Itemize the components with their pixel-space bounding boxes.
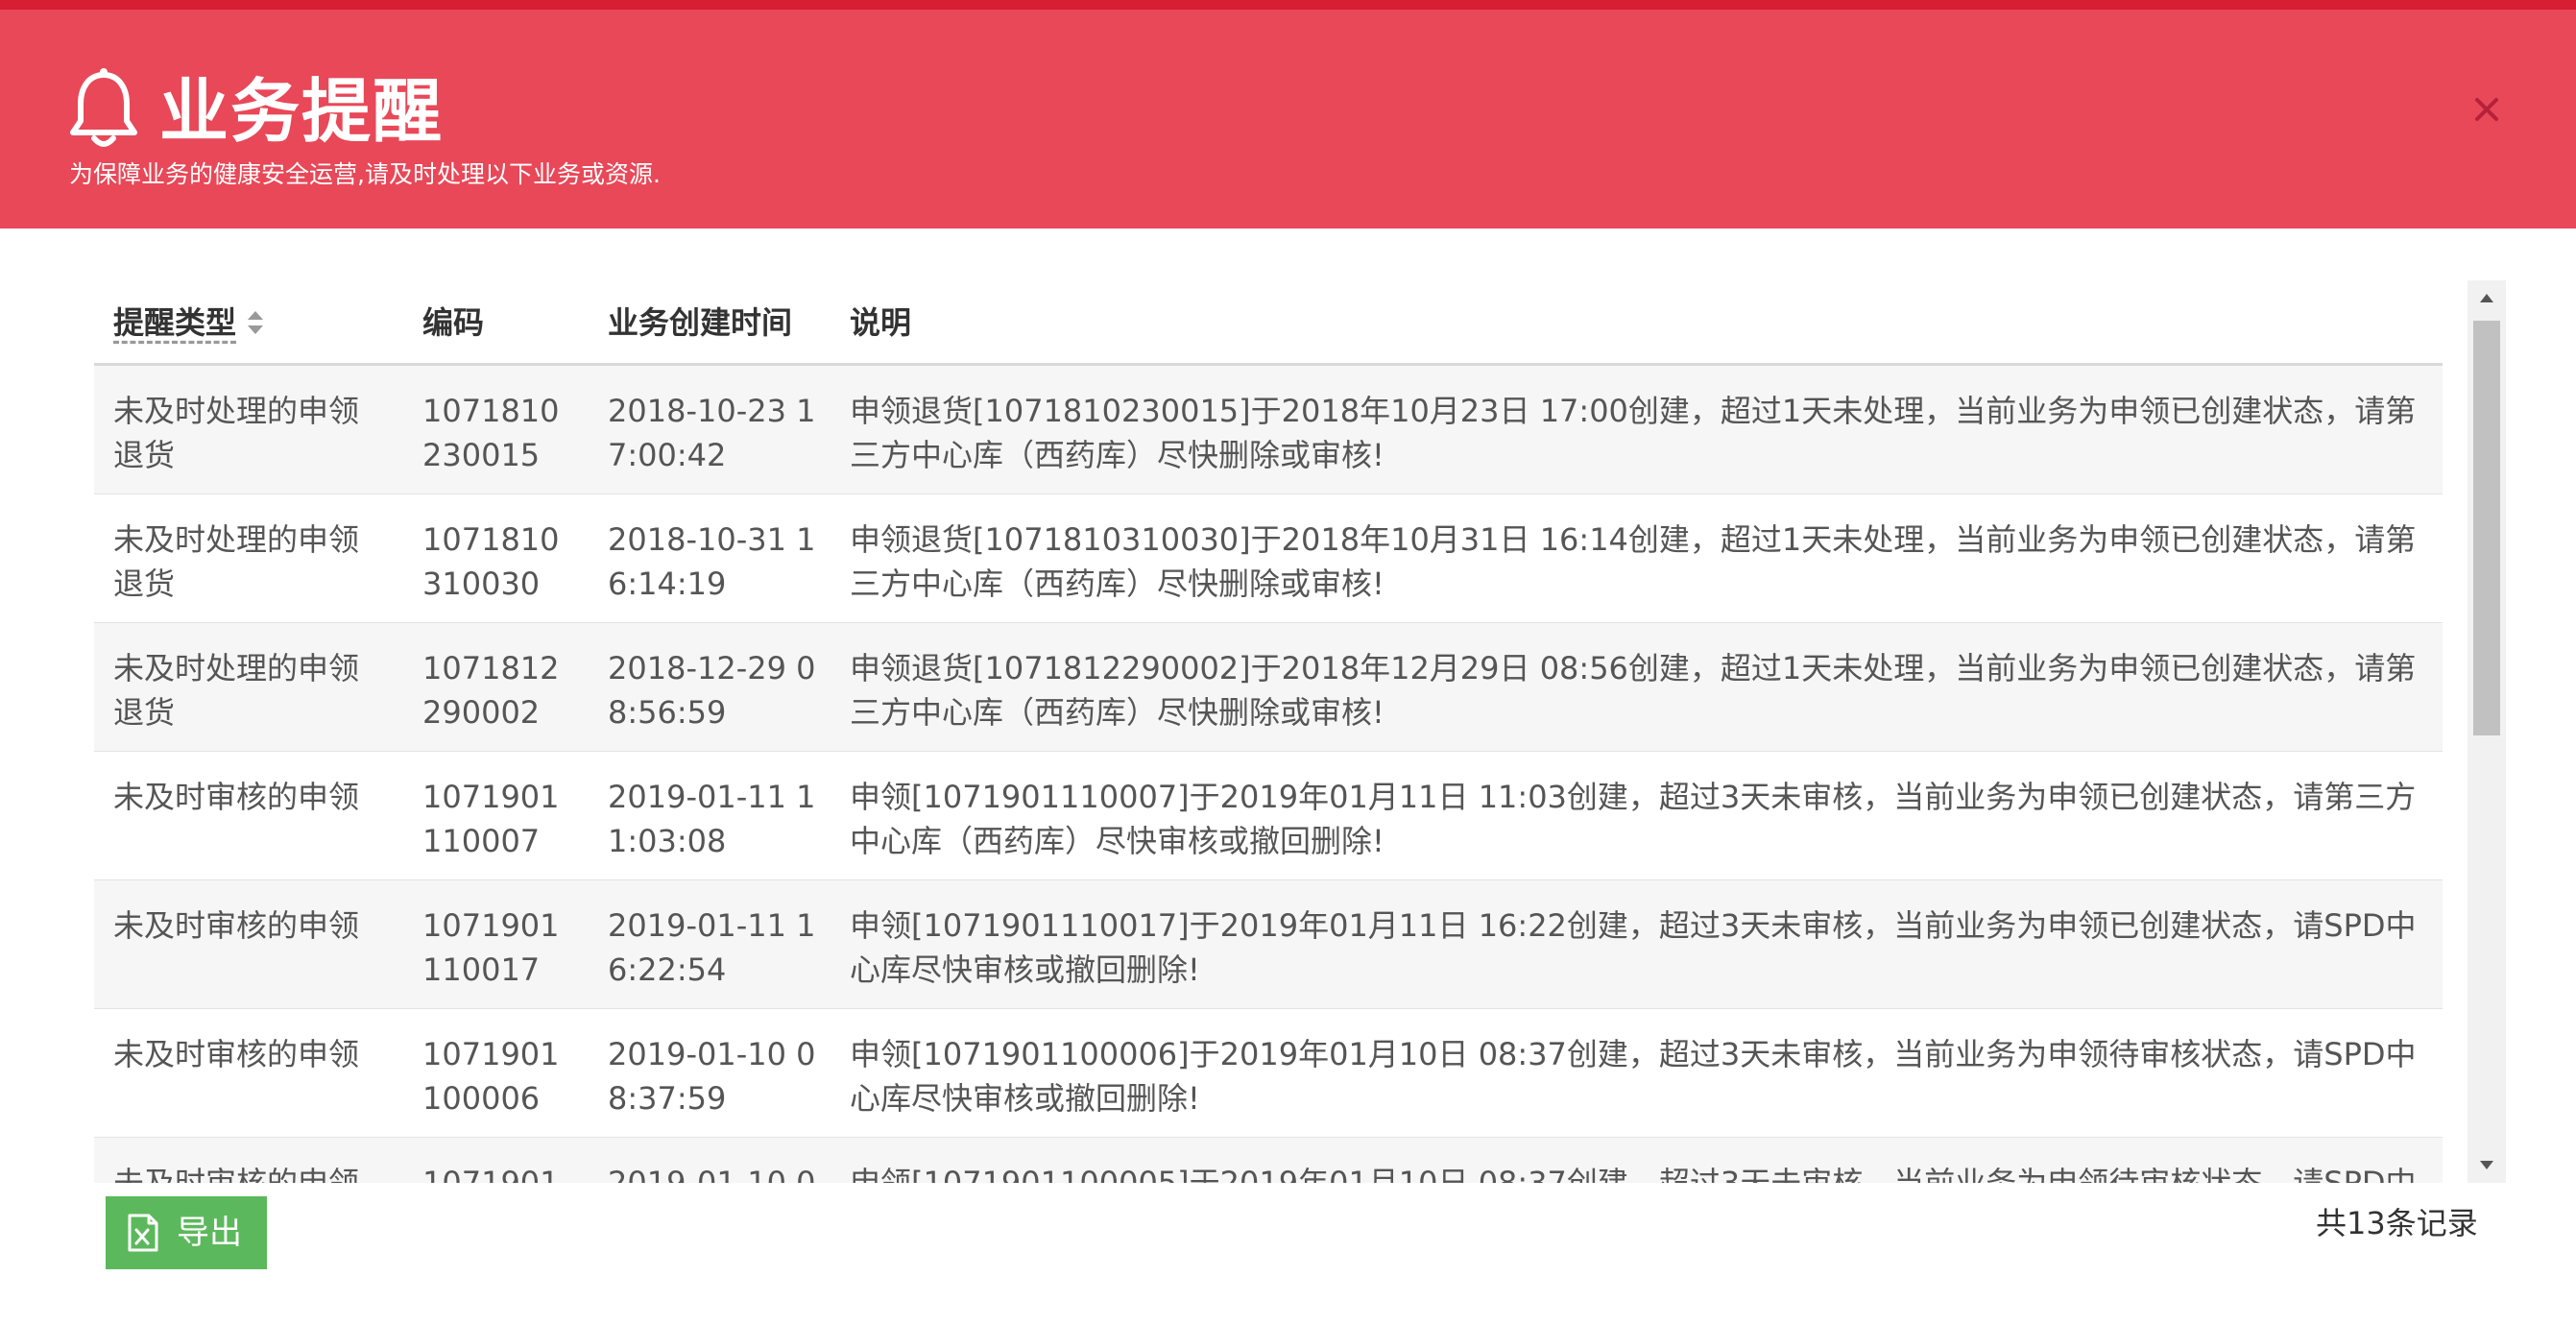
cell-type: 未及时处理的申领退货	[113, 393, 360, 473]
record-count: 共13条记录	[2316, 1205, 2478, 1241]
scroll-up-icon[interactable]	[2468, 280, 2506, 319]
export-button-label: 导出	[177, 1214, 242, 1252]
cell-code: 1071810310030	[422, 521, 560, 602]
cell-type: 未及时处理的申领退货	[113, 650, 360, 731]
cell-created: 2018-10-31 16:14:19	[608, 521, 816, 602]
bell-icon	[70, 68, 137, 147]
cell-desc: 申领[1071901110017]于2019年01月11日 16:22创建，超过…	[850, 907, 2417, 988]
cell-code: 1071901100006	[422, 1036, 560, 1117]
table-row[interactable]: 未及时审核的申领 1071901100006 2019-01-10 08:37:…	[94, 1009, 2443, 1139]
page-subtitle: 为保障业务的健康安全运营,请及时处理以下业务或资源.	[69, 160, 661, 188]
cell-created: 2018-10-23 17:00:42	[608, 393, 816, 473]
cell-type: 未及时处理的申领退货	[113, 521, 360, 602]
table-row[interactable]: 未及时审核的申领 1071901110007 2019-01-11 11:03:…	[94, 752, 2443, 881]
cell-type: 未及时审核的申领	[113, 1036, 360, 1072]
cell-created: 2019-01-10 08:	[608, 1165, 816, 1183]
column-header-desc: 说明	[850, 304, 912, 341]
cell-type: 未及时审核的申领	[113, 779, 360, 815]
cell-type: 未及时审核的申领	[113, 907, 360, 944]
column-header-created: 业务创建时间	[608, 304, 793, 341]
cell-created: 2019-01-11 16:22:54	[608, 907, 816, 988]
cell-desc: 申领退货[1071812290002]于2018年12月29日 08:56创建，…	[850, 650, 2417, 731]
scroll-thumb[interactable]	[2473, 321, 2500, 735]
close-icon[interactable]	[2468, 90, 2506, 129]
cell-created: 2019-01-11 11:03:08	[608, 779, 816, 859]
cell-code: 1071901110007	[422, 779, 560, 859]
table-row[interactable]: 未及时处理的申领退货 1071812290002 2018-12-29 08:5…	[94, 623, 2443, 753]
cell-code: 1071901110017	[422, 907, 560, 988]
cell-desc: 申领退货[1071810310030]于2018年10月31日 16:14创建，…	[850, 521, 2417, 602]
cell-created: 2018-12-29 08:56:59	[608, 650, 816, 731]
cell-type: 未及时审核的申领	[113, 1165, 360, 1183]
table-scrollbar[interactable]	[2468, 280, 2506, 1183]
reminder-table: 提醒类型 编码 业务创建时间 说明 未及时处理的申领退货 10718102300…	[94, 278, 2443, 1183]
cell-desc: 申领[1071901110007]于2019年01月11日 11:03创建，超过…	[850, 779, 2417, 859]
cell-desc: 申领退货[1071810230015]于2018年10月23日 17:00创建，…	[850, 393, 2417, 473]
cell-code: 1071901100005	[422, 1165, 560, 1183]
table-row[interactable]: 未及时处理的申领退货 1071810310030 2018-10-31 16:1…	[94, 494, 2443, 624]
cell-created: 2019-01-10 08:37:59	[608, 1036, 816, 1117]
table-header: 提醒类型 编码 业务创建时间 说明	[94, 278, 2443, 366]
table-row[interactable]: 未及时审核的申领 1071901100005 2019-01-10 08: 申领…	[94, 1138, 2443, 1183]
cell-desc: 申领[1071901100005]于2019年01月10日 08:37创建，超过…	[850, 1165, 2417, 1183]
column-header-type[interactable]: 提醒类型	[113, 301, 236, 344]
top-accent-bar	[0, 0, 2576, 10]
cell-desc: 申领[1071901100006]于2019年01月10日 08:37创建，超过…	[850, 1036, 2417, 1117]
export-button[interactable]: 导出	[106, 1196, 267, 1269]
excel-icon	[128, 1214, 158, 1252]
sort-icon[interactable]	[246, 307, 265, 338]
column-header-code: 编码	[422, 304, 485, 341]
table-row[interactable]: 未及时处理的申领退货 1071810230015 2018-10-23 17:0…	[94, 366, 2443, 495]
reminder-header: 业务提醒 为保障业务的健康安全运营,请及时处理以下业务或资源.	[0, 10, 2576, 229]
cell-code: 1071810230015	[422, 393, 560, 473]
page-title: 业务提醒	[159, 71, 445, 152]
cell-code: 1071812290002	[422, 650, 560, 731]
table-row[interactable]: 未及时审核的申领 1071901110017 2019-01-11 16:22:…	[94, 880, 2443, 1010]
scroll-down-icon[interactable]	[2468, 1144, 2506, 1183]
